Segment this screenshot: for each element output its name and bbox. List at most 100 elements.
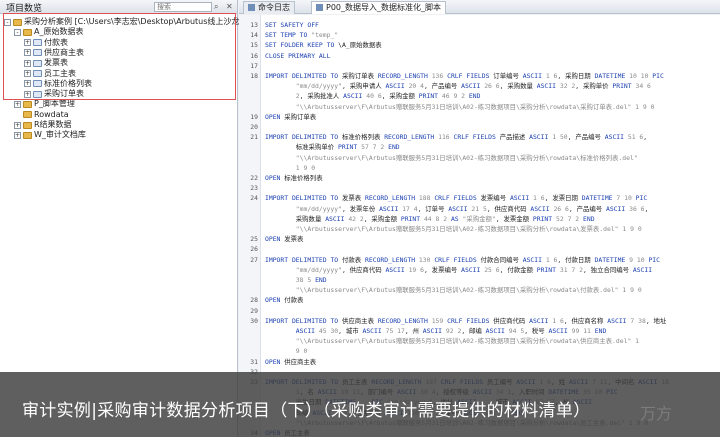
tab-label: P00_数据导入_数据标准化_脚本 xyxy=(326,3,442,12)
code-text: IMPORT DELIMITED TO 供应商主表 RECORD_LENGTH … xyxy=(265,316,667,325)
code-line[interactable]: 19 OPEN 采购订单表 xyxy=(239,112,720,122)
code-line[interactable]: 标准采购单价 PRINT 57 7 2 END xyxy=(239,142,720,152)
code-line[interactable]: 27 IMPORT DELIMITED TO 付款表 RECORD_LENGTH … xyxy=(239,255,720,265)
code-text: "\\Arbutusserver\F\Arbutus赠联服务5月31日培训\A0… xyxy=(295,225,642,233)
editor-tab-bar: 命令日志 P00_数据导入_数据标准化_脚本 xyxy=(239,0,720,14)
line-number: 30 xyxy=(250,316,258,325)
code-text: "\\Arbutusserver\F\Arbutus赠联服务5月31日培训\A0… xyxy=(295,102,655,111)
code-line[interactable]: 22 OPEN 标准价格列表 xyxy=(239,173,720,183)
code-line[interactable]: "\\Arbutusserver\F\Arbutus赠联服务5月31日培训\A0… xyxy=(239,224,720,234)
code-text: IMPORT DELIMITED TO 付款表 RECORD_LENGTH 13… xyxy=(265,255,660,264)
code-line[interactable]: "mm/dd/yyyy", 采购申请人 ASCII 20 4, 产品编号 ASC… xyxy=(239,81,720,91)
code-text: "mm/dd/yyyy", 供应商代码 ASCII 19 6, 发票编号 ASC… xyxy=(295,265,653,274)
tab-label: 命令日志 xyxy=(258,3,290,12)
code-text: 38 5 END xyxy=(295,276,327,284)
expand-icon[interactable]: + xyxy=(14,121,21,129)
tree-item[interactable]: + W_审计文档库 xyxy=(14,130,86,140)
code-text: OPEN 付款表 xyxy=(265,296,304,305)
code-line[interactable]: 20 xyxy=(239,122,720,132)
code-line[interactable]: "\\Arbutusserver\F\Arbutus赠联服务5月31日培训\A0… xyxy=(239,153,720,163)
tree-item[interactable]: + P_脚本管理 xyxy=(14,99,75,109)
highlight-annotation xyxy=(3,13,236,100)
line-number: 15 xyxy=(250,41,258,50)
folder-icon xyxy=(23,121,32,129)
code-line[interactable]: 1 9 0 xyxy=(239,163,720,173)
caption-text: 审计实例|采购审计数据分析项目（下）（采购类审计需要提供的材料清单） xyxy=(22,401,591,421)
code-text: SET TEMP TO "temp_" xyxy=(265,31,339,40)
pin-icon[interactable]: ✕ xyxy=(226,2,236,12)
code-line[interactable]: 26 xyxy=(239,244,720,254)
code-line[interactable]: 23 xyxy=(239,183,720,193)
expand-icon[interactable]: + xyxy=(14,131,21,139)
line-number: 22 xyxy=(250,174,258,182)
line-number: 14 xyxy=(250,31,258,40)
code-text: CLOSE PRIMARY ALL xyxy=(265,51,331,60)
code-line[interactable]: "\\Arbutusserver\F\Arbutus赠联服务5月31日培训\A0… xyxy=(239,285,720,295)
line-number: 19 xyxy=(250,112,258,121)
editor-tab[interactable]: 命令日志 xyxy=(243,1,295,14)
code-text: IMPORT DELIMITED TO 标准价格列表 RECORD_LENGTH… xyxy=(265,133,648,142)
panel-header: 项目数览 ⌕ ✕ xyxy=(0,0,237,14)
code-line[interactable]: "\\Arbutusserver\F\Arbutus赠联服务5月31日培训\A0… xyxy=(239,336,720,346)
code-text: "\\Arbutusserver\F\Arbutus赠联服务5月31日培训\A0… xyxy=(295,337,640,346)
line-number: 27 xyxy=(250,255,258,264)
watermark-text: 万方 xyxy=(640,404,673,423)
tree-item-label: Rowdata xyxy=(34,109,69,119)
code-line[interactable]: 采购数量 ASCII 42 2, 采购金额 PRINT 44 8 2 AS "采… xyxy=(239,214,720,224)
code-text: "\\Arbutusserver\F\Arbutus赠联服务5月31日培训\A0… xyxy=(295,153,638,162)
search-input[interactable] xyxy=(154,2,212,12)
code-line[interactable]: "mm/dd/yyyy", 发票年份 ASCII 17 4, 订单号 ASCII… xyxy=(239,204,720,214)
line-number: 16 xyxy=(250,51,258,60)
code-line[interactable]: 25 OPEN 发票表 xyxy=(239,234,720,244)
code-line[interactable]: 28 OPEN 付款表 xyxy=(239,295,720,305)
code-text: IMPORT DELIMITED TO 发票表 RECORD_LENGTH 18… xyxy=(265,194,648,203)
code-line[interactable]: 9 0 xyxy=(239,346,720,356)
code-line[interactable]: ASCII 45 30, 城市 ASCII 75 17, 州 ASCII 92 … xyxy=(239,326,720,336)
code-text: 9 0 xyxy=(295,347,308,356)
line-number: 28 xyxy=(250,296,258,305)
editor-tab[interactable]: P00_数据导入_数据标准化_脚本 xyxy=(311,1,447,14)
line-number: 21 xyxy=(250,133,258,142)
code-line[interactable]: 24 IMPORT DELIMITED TO 发票表 RECORD_LENGTH … xyxy=(239,193,720,203)
tree-item-label: W_审计文档库 xyxy=(34,130,86,140)
code-line[interactable]: "mm/dd/yyyy", 供应商代码 ASCII 19 6, 发票编号 ASC… xyxy=(239,265,720,275)
line-number: 31 xyxy=(250,357,258,366)
code-text: 采购数量 ASCII 42 2, 采购金额 PRINT 44 8 2 AS "采… xyxy=(265,214,595,223)
code-text: "mm/dd/yyyy", 采购申请人 ASCII 20 4, 产品编号 ASC… xyxy=(295,82,651,91)
code-text: "\\Arbutusserver\F\Arbutus赠联服务5月31日培训\A0… xyxy=(295,286,642,295)
code-line[interactable]: 31 OPEN 供应商主表 xyxy=(239,357,720,367)
line-number: 18 xyxy=(250,72,258,80)
code-line[interactable]: 13 SET SAFETY OFF xyxy=(239,20,720,30)
code-text: OPEN 供应商主表 xyxy=(265,357,317,366)
line-number: 17 xyxy=(250,61,258,70)
line-number: 26 xyxy=(250,245,258,254)
code-line[interactable]: 29 xyxy=(239,306,720,316)
code-line[interactable]: 38 5 END xyxy=(239,275,720,285)
folder-icon xyxy=(23,111,32,119)
code-line[interactable]: 15 SET FOLDER KEEP TO \A_原始数据表 xyxy=(239,40,720,50)
code-text: OPEN 标准价格列表 xyxy=(265,174,323,182)
code-line[interactable]: 21 IMPORT DELIMITED TO 标准价格列表 RECORD_LENG… xyxy=(239,132,720,142)
code-line[interactable]: 18 IMPORT DELIMITED TO 采购订单表 RECORD_LENGT… xyxy=(239,71,720,81)
expand-icon[interactable]: + xyxy=(14,100,21,108)
search-icon[interactable]: ⌕ xyxy=(214,2,224,12)
code-text: OPEN 发票表 xyxy=(265,235,304,244)
folder-icon xyxy=(23,100,32,108)
code-line[interactable]: 17 xyxy=(239,61,720,71)
folder-icon xyxy=(23,131,32,139)
log-icon xyxy=(248,4,255,11)
tree-item-label: R结果数据 xyxy=(34,120,72,129)
line-number: 25 xyxy=(250,235,258,244)
code-line[interactable]: 2, 采购批准人 ASCII 40 6, 采购金额 PRINT 46 9 2 E… xyxy=(239,91,720,101)
line-number: 24 xyxy=(250,194,258,203)
code-text: 标准采购单价 PRINT 57 7 2 END xyxy=(265,143,400,152)
code-line[interactable]: 30 IMPORT DELIMITED TO 供应商主表 RECORD_LENGT… xyxy=(239,316,720,326)
code-text: "mm/dd/yyyy", 发票年份 ASCII 17 4, 订单号 ASCII… xyxy=(295,204,649,213)
code-text: IMPORT DELIMITED TO 采购订单表 RECORD_LENGTH … xyxy=(265,72,664,80)
code-line[interactable]: 16 CLOSE PRIMARY ALL xyxy=(239,51,720,61)
code-line[interactable]: "\\Arbutusserver\F\Arbutus赠联服务5月31日培训\A0… xyxy=(239,102,720,112)
tree-item[interactable]: + R结果数据 xyxy=(14,120,72,130)
tree-item[interactable]: Rowdata xyxy=(14,110,69,120)
code-line[interactable]: 14 SET TEMP TO "temp_" xyxy=(239,30,720,40)
code-text: 2, 采购批准人 ASCII 40 6, 采购金额 PRINT 46 9 2 E… xyxy=(295,92,481,101)
